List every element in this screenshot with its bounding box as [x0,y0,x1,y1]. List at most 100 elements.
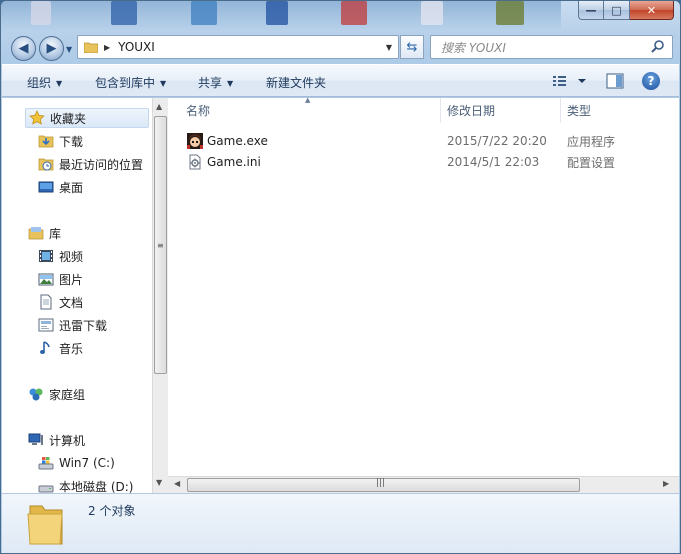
window-controls: — □ ✕ [578,1,674,20]
scroll-right-arrow-icon[interactable]: ▶ [663,479,669,488]
nav-item-label: 音乐 [59,341,84,356]
search-placeholder: 搜索 YOUXI [441,40,506,55]
address-row: ◀ ▶ ▼ ▶ YOUXI ▼ ⇆ 搜索 YOUXI [1,31,680,63]
nav-item-music[interactable]: 音乐 [38,338,83,358]
file-row[interactable]: Game.ini 2014/5/1 22:03 配置设置 [184,152,664,172]
back-button[interactable]: ◀ [11,36,36,61]
nav-item-label: 图片 [59,272,84,287]
column-header-date[interactable]: 修改日期 [447,98,495,123]
scroll-up-arrow-icon[interactable]: ▲ [156,102,162,111]
new-folder-button[interactable]: 新建文件夹 [266,74,326,91]
scroll-down-arrow-icon[interactable]: ▼ [156,478,162,487]
file-type: 配置设置 [567,155,616,170]
change-view-button[interactable] [552,73,592,89]
nav-item-drive-d[interactable]: 本地磁盘 (D:) [38,476,133,493]
nav-homegroup[interactable]: 家庭组 [28,384,85,404]
nav-favorites-label: 收藏夹 [50,111,87,126]
star-icon [29,110,45,125]
preview-pane-button[interactable] [606,73,624,89]
desktop-ghost-icon [496,1,524,25]
dropdown-arrow-icon: ▼ [160,79,167,88]
include-in-library-menu[interactable]: 包含到库中 ▼ [95,74,166,91]
minimize-button[interactable]: — [578,1,604,20]
nav-pane-scrollbar[interactable]: ▲ ≡ ▼ [152,98,168,493]
desktop-ghost-icon [341,1,367,25]
column-separator[interactable] [560,98,561,123]
nav-item-label: 文档 [59,295,84,310]
refresh-button[interactable]: ⇆ [400,35,424,59]
dropdown-arrow-icon: ▼ [227,79,234,88]
help-button[interactable]: ? [642,72,660,90]
documents-library-icon [40,294,52,310]
scroll-grip-icon: ≡ [157,241,164,250]
breadcrumb-separator-icon[interactable]: ▶ [104,43,110,52]
nav-libraries[interactable]: 库 [28,223,61,243]
desktop-icon [38,181,54,193]
scroll-left-arrow-icon[interactable]: ◀ [174,479,180,488]
column-separator[interactable] [440,98,441,123]
dropdown-arrow-icon: ▼ [56,79,63,88]
desktop-ghost-icon [31,1,51,25]
file-name: Game.exe [207,134,268,148]
nav-item-label: 桌面 [59,180,84,195]
details-pane: 2 个对象 [2,493,679,553]
nav-computer[interactable]: 计算机 [28,430,85,450]
nav-item-downloads[interactable]: 下载 [38,131,83,151]
homegroup-icon [29,388,43,401]
nav-item-label: 最近访问的位置 [59,157,144,172]
file-list-pane: 名称 ▲ 修改日期 类型 Game.exe 2015/7/22 20:20 应用… [168,96,679,476]
breadcrumb-youxi[interactable]: YOUXI [118,40,155,54]
back-arrow-icon: ◀ [18,41,29,56]
nav-libraries-label: 库 [49,226,62,241]
game-exe-icon [187,133,203,149]
nav-item-label: 本地磁盘 (D:) [59,479,134,494]
item-count: 2 个对象 [88,504,136,518]
address-dropdown-icon[interactable]: ▼ [386,43,392,52]
organize-menu[interactable]: 组织 ▼ [27,74,62,91]
nav-item-videos[interactable]: 视频 [38,246,83,266]
search-icon[interactable] [650,39,666,55]
nav-item-drive-c[interactable]: Win7 (C:) [38,453,115,473]
nav-favorites[interactable]: 收藏夹 [25,108,149,128]
nav-item-label: 视频 [59,249,84,264]
folder-icon [84,42,98,53]
maximize-button[interactable]: □ [604,1,630,20]
file-row[interactable]: Game.exe 2015/7/22 20:20 应用程序 [184,131,664,151]
computer-icon [28,433,43,445]
nav-item-documents[interactable]: 文档 [38,292,83,312]
scroll-grip-icon: ||| [376,478,386,488]
share-menu[interactable]: 共享 ▼ [198,74,233,91]
command-bar: 组织 ▼ 包含到库中 ▼ 共享 ▼ 新建文件夹 ? [2,64,679,97]
explorer-window: — □ ✕ ◀ ▶ ▼ ▶ YOUXI ▼ ⇆ 搜索 YOUXI 组织 ▼ 包含到… [0,0,681,554]
nav-item-label: Win7 (C:) [59,456,115,470]
title-bar[interactable] [1,1,561,31]
nav-computer-label: 计算机 [49,433,86,448]
forward-button[interactable]: ▶ [39,36,64,61]
close-button[interactable]: ✕ [630,1,674,20]
local-disk-icon [38,485,54,493]
nav-homegroup-label: 家庭组 [49,387,86,402]
nav-item-thunder-download[interactable]: 迅雷下载 [38,315,107,335]
nav-item-desktop[interactable]: 桌面 [38,177,83,197]
folder-icon [27,505,63,545]
column-header-name[interactable]: 名称 [186,98,210,123]
pictures-library-icon [38,273,54,286]
file-date: 2014/5/1 22:03 [447,155,540,169]
forward-arrow-icon: ▶ [46,41,57,56]
file-list-horizontal-scrollbar[interactable]: ◀ ||| ▶ [168,476,679,493]
nav-item-label: 下载 [59,134,84,149]
nav-item-recent-places[interactable]: 最近访问的位置 [38,154,143,174]
system-drive-icon [38,457,54,470]
address-bar[interactable]: ▶ YOUXI ▼ [77,35,399,59]
history-dropdown-icon[interactable]: ▼ [66,45,72,54]
desktop-ghost-icon [266,1,288,25]
nav-item-pictures[interactable]: 图片 [38,269,83,289]
recent-places-icon [38,158,54,171]
music-library-icon [40,341,50,354]
file-date: 2015/7/22 20:20 [447,134,547,148]
video-library-icon [39,250,53,262]
nav-item-label: 迅雷下载 [59,318,108,333]
search-input[interactable]: 搜索 YOUXI [430,35,673,59]
library-icon [28,227,44,240]
column-header-type[interactable]: 类型 [567,98,591,123]
